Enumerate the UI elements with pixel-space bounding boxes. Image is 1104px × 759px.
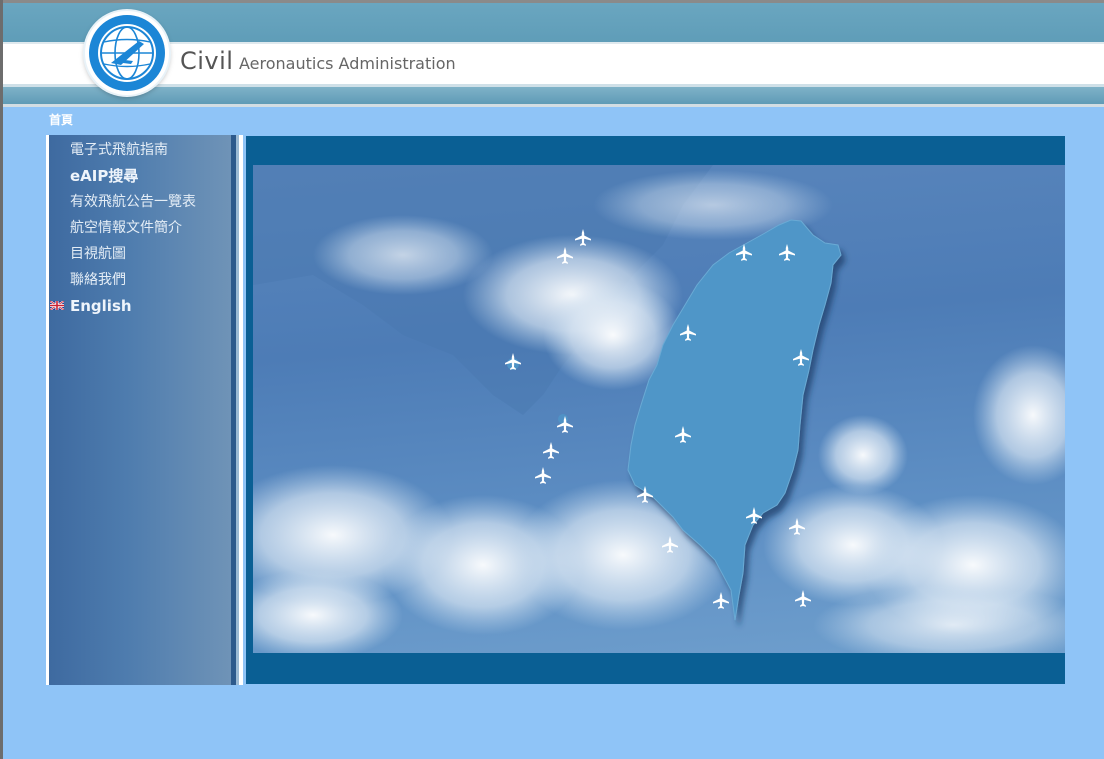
map-svg bbox=[253, 165, 1065, 653]
header-title-rest: Aeronautics Administration bbox=[239, 54, 456, 73]
penghu-island-shape bbox=[558, 414, 568, 424]
window-left-border bbox=[0, 0, 3, 759]
header-title-civil: Civil bbox=[180, 47, 234, 75]
header-bottom-band bbox=[3, 84, 1104, 107]
taiwan-map bbox=[253, 165, 1065, 653]
sidebar-item-eaip-guide[interactable]: 電子式飛航指南 bbox=[49, 139, 196, 165]
sidebar-item-vfr-charts[interactable]: 目視航圖 bbox=[49, 243, 196, 269]
airplane-icon[interactable] bbox=[535, 467, 551, 484]
uk-flag-icon bbox=[50, 301, 64, 310]
sidebar-item-notam-list[interactable]: 有效飛航公告一覽表 bbox=[49, 191, 196, 217]
header-top-band bbox=[3, 3, 1104, 42]
taiwan-airport-map-panel bbox=[246, 136, 1065, 684]
sidebar-item-label: eAIP搜尋 bbox=[70, 167, 139, 185]
sidebar-item-eaip-search[interactable]: eAIP搜尋 bbox=[49, 165, 196, 191]
sidebar-item-contact[interactable]: 聯絡我們 bbox=[49, 269, 196, 295]
sidebar-item-label: 聯絡我們 bbox=[70, 272, 126, 288]
sidebar-divider bbox=[239, 135, 243, 685]
sidebar-item-label: English bbox=[70, 297, 132, 315]
airplane-icon[interactable] bbox=[543, 442, 559, 459]
sidebar-menu: 電子式飛航指南 eAIP搜尋 有效飛航公告一覽表 航空情報文件簡介 目視航圖 聯… bbox=[46, 135, 243, 685]
caa-emblem-icon[interactable] bbox=[85, 11, 169, 95]
sidebar-item-english[interactable]: English bbox=[49, 295, 196, 321]
sidebar-menu-list: 電子式飛航指南 eAIP搜尋 有效飛航公告一覽表 航空情報文件簡介 目視航圖 聯… bbox=[49, 139, 196, 321]
sidebar-item-label: 電子式飛航指南 bbox=[70, 142, 168, 158]
sidebar-item-label: 有效飛航公告一覽表 bbox=[70, 194, 196, 210]
sidebar-item-ais-docs[interactable]: 航空情報文件簡介 bbox=[49, 217, 196, 243]
sidebar-item-label: 目視航圖 bbox=[70, 246, 126, 262]
sidebar-item-label: 航空情報文件簡介 bbox=[70, 220, 182, 236]
breadcrumb-home[interactable]: 首頁 bbox=[49, 111, 73, 128]
